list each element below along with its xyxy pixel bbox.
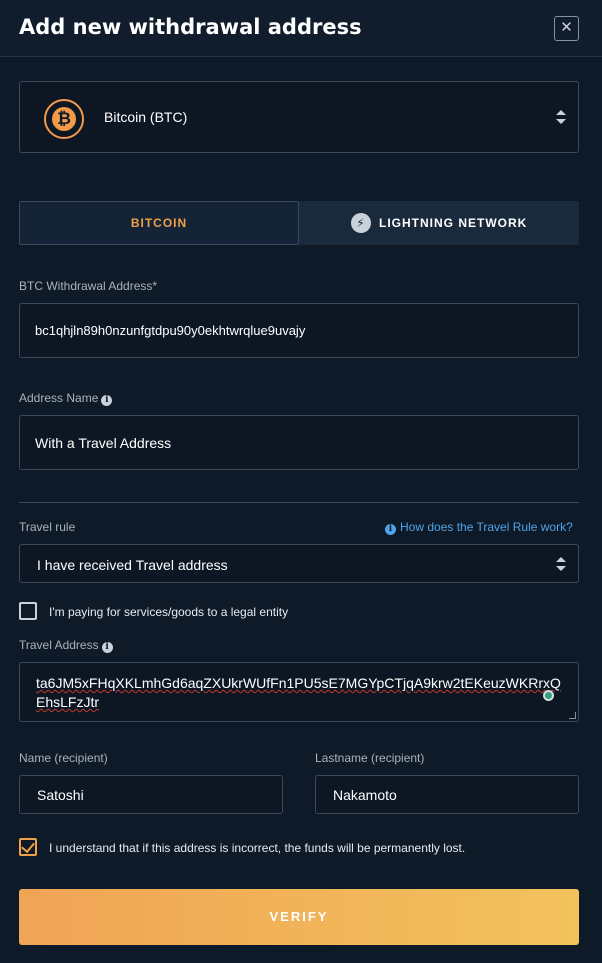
recipient-lastname-input[interactable]: Nakamoto xyxy=(315,775,579,814)
legal-entity-label: I'm paying for services/goods to a legal… xyxy=(49,605,289,619)
close-button[interactable]: ✕ xyxy=(554,16,579,41)
grammar-check-icon[interactable] xyxy=(543,690,554,701)
resize-handle-icon[interactable] xyxy=(569,712,576,719)
info-icon: i xyxy=(385,524,396,535)
legal-entity-checkbox[interactable] xyxy=(19,602,37,620)
select-arrows-icon xyxy=(556,110,566,124)
travel-address-label: Travel Address xyxy=(19,638,99,652)
travel-address-label-row: Travel Address i xyxy=(19,638,113,653)
btc-address-input[interactable]: bc1qhjln89h0nzunfgtdpu90y0ekhtwrqlue9uva… xyxy=(19,303,579,358)
tab-bitcoin[interactable]: BITCOIN xyxy=(19,201,299,245)
divider xyxy=(19,502,579,503)
address-name-value: With a Travel Address xyxy=(35,435,172,451)
modal-header: Add new withdrawal address ✕ xyxy=(0,0,602,57)
checkmark-icon xyxy=(21,838,35,854)
info-icon[interactable]: i xyxy=(101,642,113,653)
btc-address-label: BTC Withdrawal Address* xyxy=(19,279,158,293)
acknowledge-checkbox[interactable] xyxy=(19,838,37,856)
travel-address-textarea[interactable]: ta6JM5xFHqXKLmhGd6aqZXUkrWUfFn1PU5sE7MGY… xyxy=(19,662,579,722)
acknowledge-label: I understand that if this address is inc… xyxy=(49,841,466,855)
info-icon[interactable]: i xyxy=(101,395,113,406)
travel-rule-label: Travel rule xyxy=(19,520,76,534)
recipient-name-value: Satoshi xyxy=(37,787,84,803)
travel-address-value: ta6JM5xFHqXKLmhGd6aqZXUkrWUfFn1PU5sE7MGY… xyxy=(36,675,561,710)
travel-rule-help-link[interactable]: i How does the Travel Rule work? xyxy=(385,520,573,535)
address-name-label-row: Address Name i xyxy=(19,391,113,406)
travel-rule-help-text: How does the Travel Rule work? xyxy=(400,520,573,534)
travel-rule-select[interactable]: I have received Travel address xyxy=(19,544,579,583)
recipient-lastname-value: Nakamoto xyxy=(333,787,397,803)
bitcoin-logo-icon: ₿ xyxy=(44,99,84,139)
coin-select-label: Bitcoin (BTC) xyxy=(104,109,188,125)
recipient-name-label: Name (recipient) xyxy=(19,751,108,765)
recipient-lastname-label: Lastname (recipient) xyxy=(315,751,425,765)
lightning-bolt-icon: ⚡ xyxy=(351,213,371,233)
page-title: Add new withdrawal address xyxy=(19,15,362,39)
close-icon: ✕ xyxy=(560,19,573,36)
travel-rule-selected: I have received Travel address xyxy=(37,557,228,573)
bitcoin-symbol: ₿ xyxy=(52,107,76,131)
select-arrows-icon xyxy=(556,557,566,571)
coin-select[interactable]: ₿ Bitcoin (BTC) xyxy=(19,81,579,153)
tab-lightning-label: LIGHTNING NETWORK xyxy=(379,216,528,230)
verify-button[interactable]: VERIFY xyxy=(19,889,579,945)
network-tabs: BITCOIN ⚡ LIGHTNING NETWORK xyxy=(19,201,579,245)
btc-address-value: bc1qhjln89h0nzunfgtdpu90y0ekhtwrqlue9uva… xyxy=(35,323,306,338)
address-name-label: Address Name xyxy=(19,391,99,405)
recipient-name-input[interactable]: Satoshi xyxy=(19,775,283,814)
address-name-input[interactable]: With a Travel Address xyxy=(19,415,579,470)
tab-lightning-network[interactable]: ⚡ LIGHTNING NETWORK xyxy=(299,201,579,245)
